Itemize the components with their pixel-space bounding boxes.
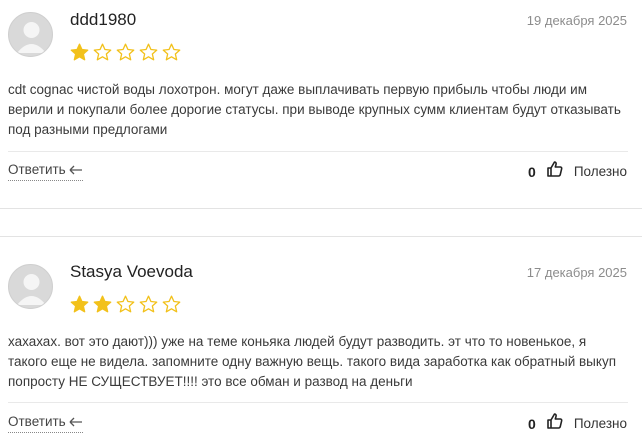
reply-button[interactable]: Ответить <box>8 414 83 433</box>
divider <box>8 402 628 403</box>
rating-stars <box>69 42 182 64</box>
review-date: 19 декабря 2025 <box>526 13 627 28</box>
reply-button[interactable]: Ответить <box>8 162 83 181</box>
useful-button[interactable]: Полезно <box>574 164 627 179</box>
review-author[interactable]: ddd1980 <box>70 10 136 30</box>
star-empty-icon <box>116 295 135 313</box>
review-author[interactable]: Stasya Voevoda <box>70 262 193 282</box>
thumbs-up-icon[interactable] <box>546 160 564 183</box>
reply-label: Ответить <box>8 162 66 177</box>
star-filled-icon <box>70 295 89 313</box>
star-empty-icon <box>93 43 112 61</box>
avatar-icon <box>8 12 53 57</box>
useful-count: 0 <box>528 163 536 180</box>
reply-arrow-icon <box>69 164 83 180</box>
useful-count: 0 <box>528 415 536 432</box>
review-separator <box>0 208 642 209</box>
review-text: cdt cognac чистой воды лохотрон. могут д… <box>8 82 621 137</box>
rating-stars <box>69 294 182 316</box>
star-empty-icon <box>162 43 181 61</box>
thumbs-up-icon[interactable] <box>546 412 564 435</box>
review-separator <box>0 236 642 237</box>
review-text: хахахах. вот это дают))) уже на теме кон… <box>8 334 617 389</box>
review-card: Stasya Voevoda 17 декабря 2025 хахахах. … <box>0 252 642 433</box>
reply-arrow-icon <box>69 416 83 432</box>
star-empty-icon <box>116 43 135 61</box>
star-empty-icon <box>139 43 158 61</box>
review-card: ddd1980 19 декабря 2025 cdt cognac чисто… <box>0 0 642 210</box>
star-filled-icon <box>70 43 89 61</box>
useful-block: 0 Полезно <box>528 160 627 183</box>
star-empty-icon <box>162 295 181 313</box>
star-empty-icon <box>139 295 158 313</box>
review-date: 17 декабря 2025 <box>526 265 627 280</box>
useful-button[interactable]: Полезно <box>574 416 627 431</box>
avatar-icon <box>8 264 53 309</box>
useful-block: 0 Полезно <box>528 412 627 435</box>
divider <box>8 151 628 152</box>
star-filled-icon <box>93 295 112 313</box>
